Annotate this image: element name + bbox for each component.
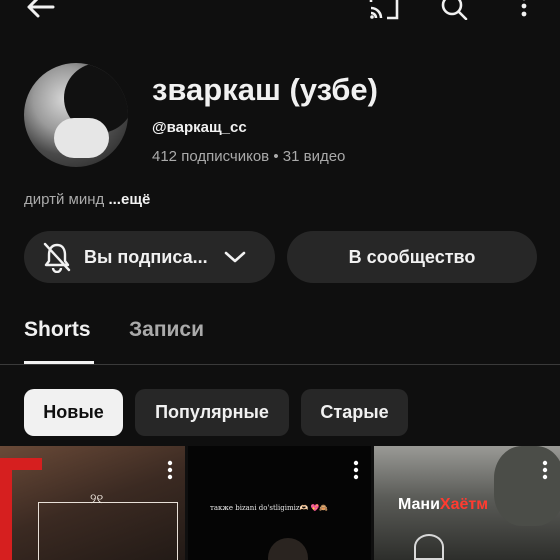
channel-avatar[interactable] xyxy=(24,63,128,167)
channel-handle: @варкащ_сс xyxy=(152,119,247,136)
channel-meta: 412 подписчиков • 31 видео xyxy=(152,148,345,165)
subscriber-count: 412 подписчиков xyxy=(152,148,270,165)
back-arrow-icon xyxy=(27,0,55,18)
caption-white-part: Мани xyxy=(398,496,440,513)
thumbnail-caption: также bizani do'stligimiz🫶🏻 💖🙈 xyxy=(210,504,328,512)
community-button[interactable]: В сообщество xyxy=(287,231,537,283)
thumbnail-ornament: ୨୧ xyxy=(90,492,104,507)
meta-separator: • xyxy=(273,148,279,165)
railing-shape xyxy=(414,534,444,560)
top-bar xyxy=(0,0,560,22)
tab-shorts[interactable]: Shorts xyxy=(24,318,91,342)
filter-chip-new[interactable]: Новые xyxy=(24,389,123,436)
more-vert-icon xyxy=(521,0,527,17)
back-button[interactable] xyxy=(18,0,62,22)
red-graphic-shape xyxy=(0,458,42,560)
tab-posts[interactable]: Записи xyxy=(129,318,204,342)
bell-icon xyxy=(43,242,71,273)
short-thumbnail[interactable]: также bizani do'stligimiz🫶🏻 💖🙈 xyxy=(188,446,371,560)
cast-button[interactable] xyxy=(362,0,406,22)
more-vert-icon xyxy=(542,460,548,480)
search-icon xyxy=(441,0,468,20)
filter-chip-popular[interactable]: Популярные xyxy=(135,389,289,436)
subscribed-label: Вы подписа... xyxy=(84,246,208,267)
short-menu-button[interactable] xyxy=(353,460,359,485)
frame-shape xyxy=(38,502,178,560)
short-menu-button[interactable] xyxy=(167,460,173,485)
subscribed-button[interactable]: Вы подписа... xyxy=(24,231,275,283)
video-count: 31 видео xyxy=(282,148,346,165)
filter-chip-old[interactable]: Старые xyxy=(301,389,408,436)
chevron-down-icon xyxy=(224,251,245,263)
short-thumbnail[interactable]: ୨୧ xyxy=(0,446,185,560)
channel-description[interactable]: диртй минд ...ещё xyxy=(24,191,150,208)
short-menu-button[interactable] xyxy=(542,460,548,485)
caption-red-part: Хаётм xyxy=(439,496,489,513)
search-button[interactable] xyxy=(432,0,476,22)
tab-divider xyxy=(0,364,560,365)
cast-icon xyxy=(369,0,399,20)
short-thumbnail[interactable]: МаниХаётм xyxy=(374,446,560,560)
thumbnail-caption: МаниХаётм xyxy=(398,496,488,514)
avatar-hand-shape xyxy=(54,118,109,158)
more-options-button[interactable] xyxy=(506,0,542,22)
channel-title: зваркаш (узбе) xyxy=(152,72,378,107)
description-more-link[interactable]: ...ещё xyxy=(108,191,150,208)
face-shape xyxy=(268,538,308,560)
description-text: диртй минд xyxy=(24,191,105,208)
more-vert-icon xyxy=(167,460,173,480)
more-vert-icon xyxy=(353,460,359,480)
tree-shape xyxy=(494,446,560,526)
